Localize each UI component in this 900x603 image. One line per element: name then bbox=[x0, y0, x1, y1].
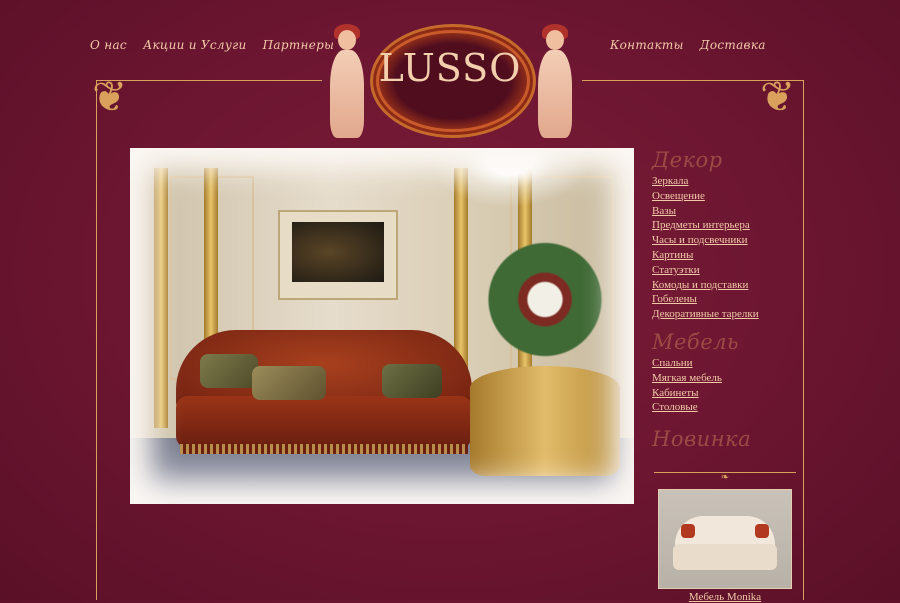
nav-about[interactable]: О нас bbox=[90, 38, 127, 52]
link-dressers-stands[interactable]: Комоды и подставки bbox=[652, 278, 802, 293]
new-product-box: ❧ Мебель Monika bbox=[654, 472, 796, 603]
nav-promotions-services[interactable]: Акции и Услуги bbox=[143, 38, 246, 52]
link-paintings[interactable]: Картины bbox=[652, 248, 802, 263]
logo[interactable]: LUSSO bbox=[318, 12, 582, 140]
nav-right: Контакты Доставка bbox=[610, 38, 778, 52]
link-dining[interactable]: Столовые bbox=[652, 400, 802, 415]
nav-contacts[interactable]: Контакты bbox=[610, 38, 684, 52]
link-vases[interactable]: Вазы bbox=[652, 204, 802, 219]
furniture-title: Мебель bbox=[652, 329, 739, 354]
painting bbox=[278, 210, 398, 300]
link-interior-items[interactable]: Предметы интерьера bbox=[652, 218, 802, 233]
link-statuettes[interactable]: Статуэтки bbox=[652, 263, 802, 278]
link-tapestries[interactable]: Гобелены bbox=[652, 292, 802, 307]
new-product-image[interactable] bbox=[658, 489, 792, 589]
nav-left: О нас Акции и Услуги Партнеры bbox=[90, 38, 346, 52]
ornament-left-icon: ❦ bbox=[92, 72, 128, 121]
link-offices[interactable]: Кабинеты bbox=[652, 386, 802, 401]
decor-title: Декор bbox=[652, 148, 723, 172]
frame-left-line bbox=[96, 80, 97, 600]
link-decorative-plates[interactable]: Декоративные тарелки bbox=[652, 307, 802, 322]
frame-top-left-line bbox=[96, 80, 322, 81]
news-ornament-icon: ❧ bbox=[720, 472, 730, 483]
ornament-right-icon: ❦ bbox=[760, 72, 796, 121]
frame-right-line bbox=[803, 80, 804, 600]
furniture-links: Спальни Мягкая мебель Кабинеты Столовые bbox=[652, 356, 802, 415]
right-figure-icon bbox=[528, 22, 582, 142]
link-bedrooms[interactable]: Спальни bbox=[652, 356, 802, 371]
hero-image bbox=[130, 148, 634, 504]
new-title: Новинка bbox=[652, 427, 752, 452]
nav-delivery[interactable]: Доставка bbox=[700, 38, 766, 52]
new-product-link[interactable]: Мебель Monika bbox=[654, 591, 796, 603]
sidebar: Декор Зеркала Освещение Вазы Предметы ин… bbox=[652, 148, 802, 453]
link-mirrors[interactable]: Зеркала bbox=[652, 174, 802, 189]
link-lighting[interactable]: Освещение bbox=[652, 189, 802, 204]
decor-links: Зеркала Освещение Вазы Предметы интерьер… bbox=[652, 174, 802, 322]
link-clocks-candlesticks[interactable]: Часы и подсвечники bbox=[652, 233, 802, 248]
link-upholstered[interactable]: Мягкая мебель bbox=[652, 371, 802, 386]
